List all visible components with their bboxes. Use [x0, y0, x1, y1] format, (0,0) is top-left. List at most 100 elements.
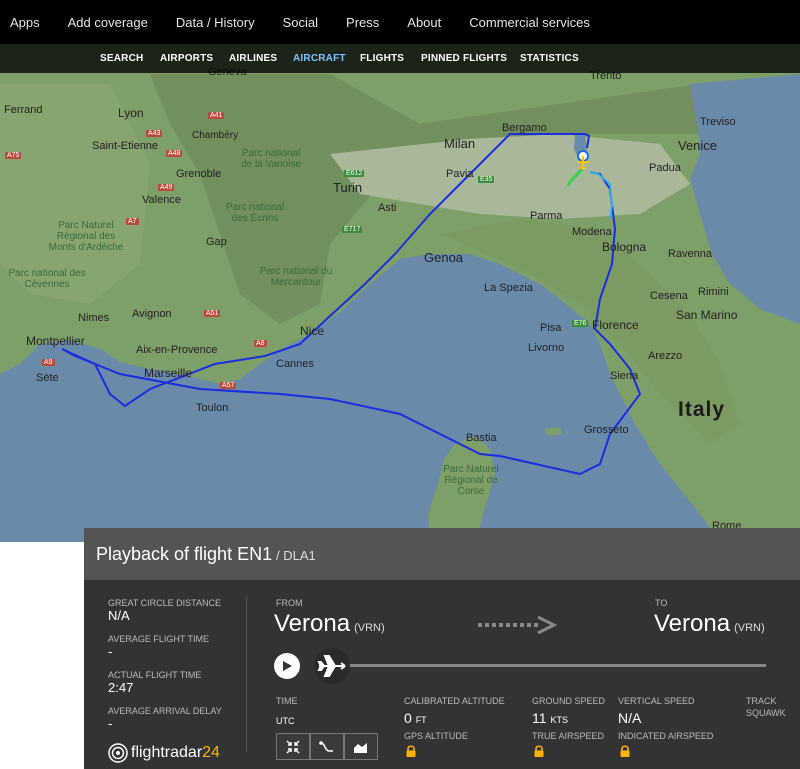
map-city-nice: Nice: [300, 324, 325, 338]
indicated-airspeed-label: INDICATED AIRSPEED: [618, 731, 714, 741]
map-city-aix-en-provence: Aix-en-Provence: [136, 344, 218, 356]
map-road-e35: E35: [478, 176, 495, 183]
lock-icon: [406, 745, 416, 757]
playback-panel-header: Playback of flight EN1 / DLA1: [84, 528, 800, 580]
track-label: TRACK: [746, 696, 777, 706]
map-city-chambery: Chambéry: [192, 130, 239, 141]
stat-value-distance: N/A: [108, 608, 130, 623]
lock-icon: [534, 745, 544, 757]
map-city-pisa: Pisa: [540, 322, 562, 334]
from-label: FROM: [276, 598, 303, 608]
airplane-icon: [317, 655, 346, 677]
ground-speed-value: 11 KTS: [532, 710, 568, 726]
map-city-toulon: Toulon: [196, 402, 229, 414]
map-road-e612: E612: [344, 170, 365, 177]
subnav-pinned-flights[interactable]: PINNED FLIGHTS: [421, 53, 507, 64]
time-value: UTC: [276, 716, 295, 726]
ground-speed-label: GROUND SPEED: [532, 696, 606, 706]
ground-speed-unit: KTS: [550, 715, 568, 725]
flight-map[interactable]: Geneva Lyon Ferrand Saint-Etienne Chambé…: [0, 44, 800, 542]
map-city-pavia: Pavia: [446, 168, 474, 180]
map-road-e717: E717: [342, 226, 363, 233]
chart-icon: [354, 742, 367, 753]
vertical-speed-label: VERTICAL SPEED: [618, 696, 695, 706]
flightradar-logo-icon: [108, 743, 128, 763]
map-city-bologna: Bologna: [602, 240, 647, 254]
nav-about[interactable]: About: [407, 15, 441, 30]
lock-icon: [620, 745, 630, 757]
subnav-airports[interactable]: AIRPORTS: [160, 53, 213, 64]
map-country-italy: Italy: [678, 398, 726, 421]
ground-speed-number: 11: [532, 710, 547, 726]
nav-apps[interactable]: Apps: [10, 15, 40, 30]
stat-value-avg-flight-time: -: [108, 644, 113, 659]
map-road-a57: A57: [220, 382, 237, 389]
map-road-a7: A7: [126, 218, 139, 225]
map-city-ferrand: Ferrand: [4, 104, 43, 116]
stat-value-actual-flight-time: 2:47: [108, 680, 134, 695]
stat-label-distance: GREAT CIRCLE DISTANCE: [108, 598, 222, 608]
map-region-mercantour: Parc national du Mercantour: [259, 266, 333, 288]
map-city-lyon: Lyon: [118, 106, 144, 120]
map-road-a41: A41: [208, 112, 225, 119]
map-city-bergamo: Bergamo: [502, 122, 547, 134]
map-subnav: SEARCH AIRPORTS AIRLINES AIRCRAFT FLIGHT…: [0, 44, 800, 73]
subnav-statistics[interactable]: STATISTICS: [520, 53, 579, 64]
map-city-milan: Milan: [444, 136, 476, 151]
map-city-venice: Venice: [678, 138, 718, 153]
map-road-e76: E76: [572, 320, 589, 327]
calibrated-altitude-number: 0: [404, 710, 412, 726]
nav-data-history[interactable]: Data / History: [176, 15, 255, 30]
map-city-sete: Sète: [36, 372, 59, 384]
from-iata: (VRN): [354, 622, 385, 634]
nav-social[interactable]: Social: [283, 15, 318, 30]
time-label: TIME: [276, 696, 298, 706]
map-region-cevennes: Parc national des Cévennes: [8, 268, 86, 290]
map-city-montpellier: Montpellier: [26, 334, 85, 348]
map-city-ravenna: Ravenna: [668, 248, 713, 260]
top-navigation: Apps Add coverage Data / History Social …: [0, 0, 800, 44]
from-airport[interactable]: Verona (VRN): [274, 610, 385, 638]
gps-altitude-label: GPS ALTITUDE: [404, 731, 468, 741]
stat-label-avg-flight-time: AVERAGE FLIGHT TIME: [108, 634, 210, 644]
map-city-gap: Gap: [206, 236, 227, 248]
map-city-marseille: Marseille: [144, 366, 193, 380]
subnav-aircraft[interactable]: AIRCRAFT: [293, 53, 346, 64]
map-city-asti: Asti: [378, 202, 397, 214]
map-city-siena: Siena: [610, 370, 639, 382]
flightradar-logo[interactable]: flightradar24: [108, 743, 220, 763]
map-city-cannes: Cannes: [276, 358, 314, 370]
map-city-la-spezia: La Spezia: [484, 282, 533, 294]
stat-value-avg-arrival-delay: -: [108, 716, 113, 731]
altitude-graph-button[interactable]: [344, 733, 378, 760]
nav-add-coverage[interactable]: Add coverage: [68, 15, 148, 30]
map-road-a51: A51: [204, 310, 221, 317]
map-city-modena: Modena: [572, 226, 612, 238]
stat-label-actual-flight-time: ACTUAL FLIGHT TIME: [108, 670, 202, 680]
nav-commercial-services[interactable]: Commercial services: [469, 15, 590, 30]
zoom-fit-button[interactable]: [276, 733, 310, 760]
arrow-right-icon: [478, 616, 558, 634]
playback-timeline[interactable]: [334, 664, 766, 667]
to-label: TO: [655, 598, 668, 608]
map-road-a9: A9: [42, 359, 55, 366]
subnav-airlines[interactable]: AIRLINES: [229, 53, 277, 64]
map-road-a75: A75: [5, 152, 22, 159]
play-button[interactable]: [274, 653, 300, 679]
route-button[interactable]: [310, 733, 344, 760]
nav-press[interactable]: Press: [346, 15, 379, 30]
stat-label-avg-arrival-delay: AVERAGE ARRIVAL DELAY: [108, 706, 222, 716]
map-region-ecrins: Parc national des Écrins: [225, 202, 285, 224]
map-city-nimes: Nimes: [78, 312, 110, 324]
to-city: Verona: [654, 610, 731, 637]
to-airport[interactable]: Verona (VRN): [654, 610, 765, 638]
map-city-rimini: Rimini: [698, 286, 729, 298]
subnav-flights[interactable]: FLIGHTS: [360, 53, 404, 64]
playback-slider-handle[interactable]: [314, 648, 350, 684]
route-icon: [319, 740, 333, 752]
logo-text-main: flightradar: [131, 744, 203, 761]
play-icon: [283, 661, 292, 671]
subnav-search[interactable]: SEARCH: [100, 53, 143, 64]
squawk-label: SQUAWK: [746, 708, 786, 718]
to-iata: (VRN): [734, 622, 765, 634]
